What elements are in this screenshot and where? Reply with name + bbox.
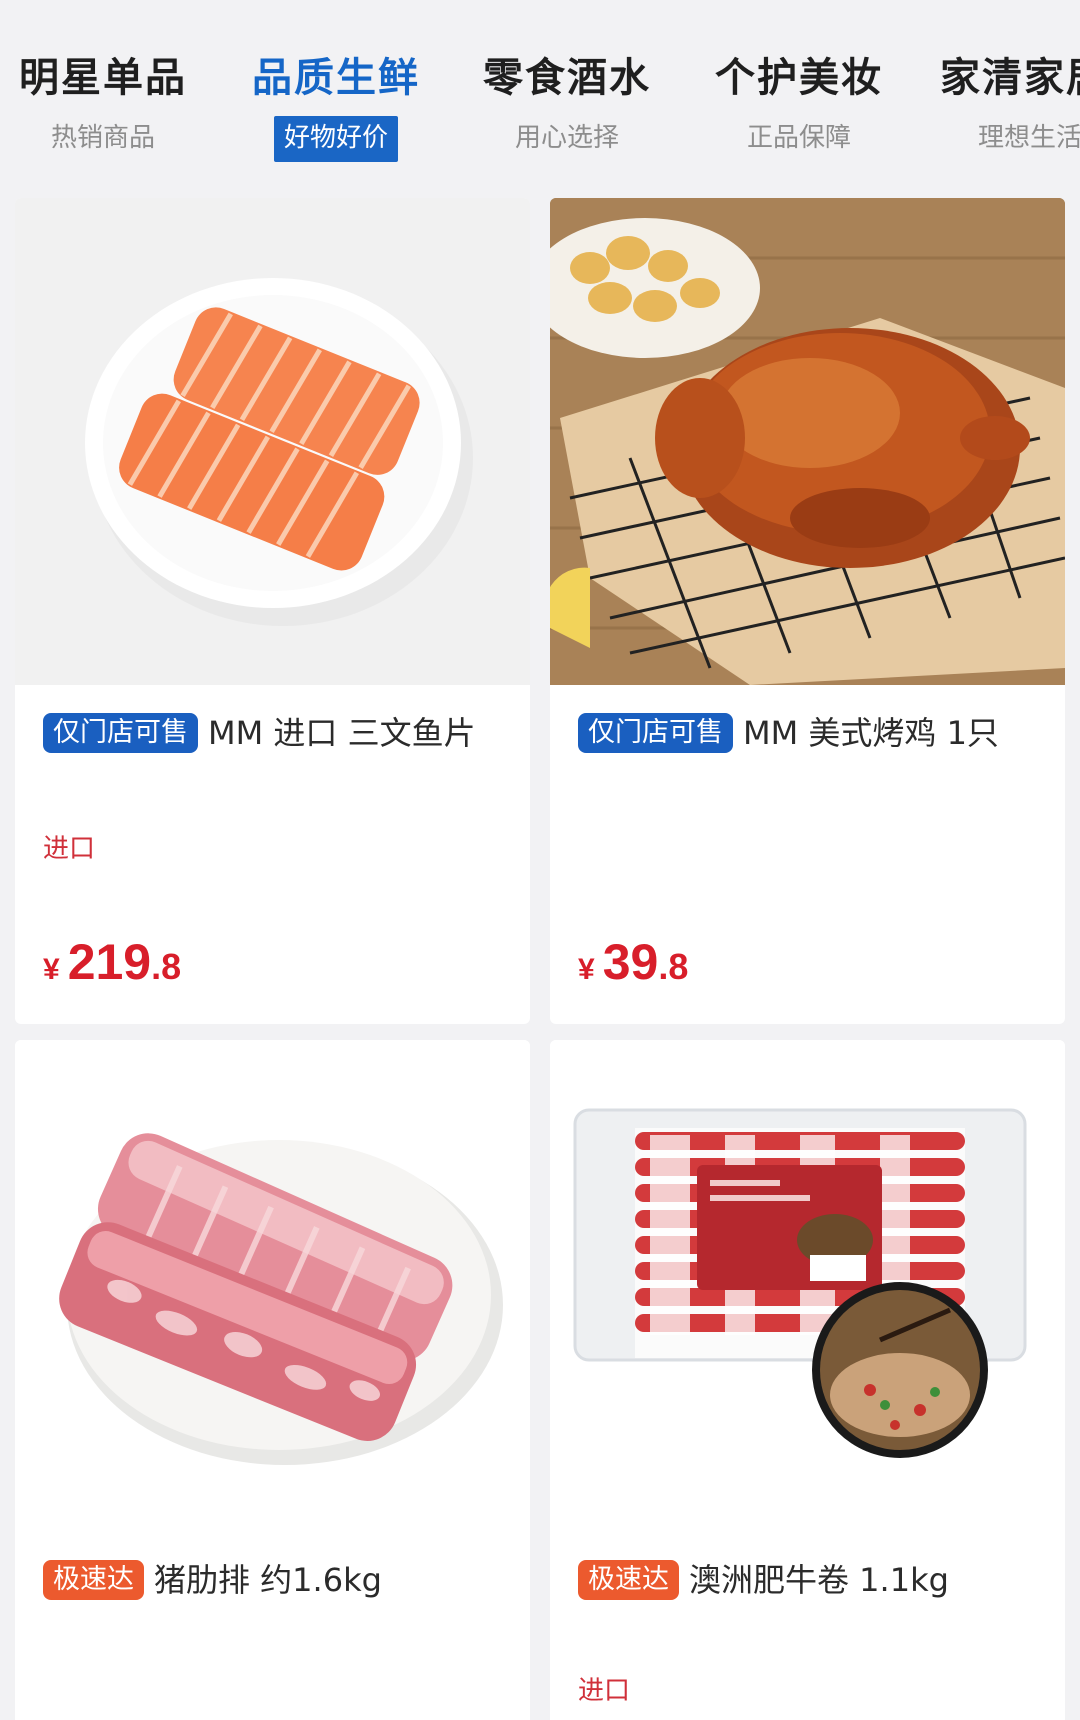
price-integer: 219 bbox=[67, 934, 152, 990]
tab-title: 明星单品 bbox=[19, 55, 187, 101]
tab-personal-care[interactable]: 个护美妆 正品保障 bbox=[699, 52, 899, 162]
price-decimal: .8 bbox=[151, 946, 182, 987]
tab-home-cleaning[interactable]: 家清家居 理想生活 bbox=[940, 52, 1080, 162]
price-integer: 39 bbox=[602, 934, 659, 990]
tab-title: 品质生鲜 bbox=[252, 55, 420, 101]
tab-title: 个护美妆 bbox=[715, 55, 883, 101]
product-title-row: 极速达 猪肋排 约1.6kg bbox=[43, 1560, 514, 1600]
price-decimal: .8 bbox=[658, 946, 689, 987]
import-tag: 进口 bbox=[578, 1676, 631, 1706]
product-name: MM 进口 三文鱼片 bbox=[208, 714, 476, 752]
tab-snacks-drinks[interactable]: 零食酒水 用心选择 bbox=[467, 52, 667, 162]
express-delivery-badge: 极速达 bbox=[578, 1560, 679, 1600]
express-delivery-badge: 极速达 bbox=[43, 1560, 144, 1600]
import-tag: 进口 bbox=[43, 834, 96, 864]
tab-title: 零食酒水 bbox=[483, 55, 651, 101]
product-name: MM 美式烤鸡 1只 bbox=[743, 714, 999, 752]
currency-symbol: ¥ bbox=[578, 953, 595, 986]
product-card-roast-chicken[interactable]: 仅门店可售 MM 美式烤鸡 1只 ¥39.8 bbox=[550, 198, 1065, 1024]
store-only-badge: 仅门店可售 bbox=[43, 713, 198, 753]
product-title-row: 极速达 澳洲肥牛卷 1.1kg bbox=[578, 1560, 1049, 1600]
category-tabs: 明星单品 热销商品 品质生鲜 好物好价 零食酒水 用心选择 个护美妆 正品保障 … bbox=[0, 0, 1080, 190]
product-name: 澳洲肥牛卷 1.1kg bbox=[689, 1561, 949, 1599]
tab-fresh-food[interactable]: 品质生鲜 好物好价 bbox=[236, 52, 436, 162]
product-title-row: 仅门店可售 MM 进口 三文鱼片 bbox=[43, 713, 514, 753]
product-card-beef-rolls[interactable]: 极速达 澳洲肥牛卷 1.1kg 进口 bbox=[550, 1040, 1065, 1720]
product-price: ¥39.8 bbox=[578, 933, 688, 991]
product-image-pork-ribs bbox=[15, 1040, 530, 1530]
product-image-salmon bbox=[15, 198, 530, 685]
product-image-roast-chicken bbox=[550, 198, 1065, 685]
currency-symbol: ¥ bbox=[43, 953, 60, 986]
tab-subtitle: 热销商品 bbox=[50, 123, 155, 153]
tab-subtitle: 理想生活 bbox=[978, 123, 1080, 153]
product-name: 猪肋排 约1.6kg bbox=[154, 1561, 382, 1599]
tab-subtitle: 正品保障 bbox=[746, 123, 851, 153]
product-card-salmon[interactable]: 仅门店可售 MM 进口 三文鱼片 进口 ¥219.8 bbox=[15, 198, 530, 1024]
product-image-beef-rolls bbox=[550, 1040, 1065, 1530]
store-only-badge: 仅门店可售 bbox=[578, 713, 733, 753]
tab-star-products[interactable]: 明星单品 热销商品 bbox=[3, 52, 203, 162]
tab-subtitle: 用心选择 bbox=[514, 123, 619, 153]
product-title-row: 仅门店可售 MM 美式烤鸡 1只 bbox=[578, 713, 1049, 753]
product-price: ¥219.8 bbox=[43, 933, 181, 991]
tab-title: 家清家居 bbox=[940, 55, 1080, 101]
product-card-pork-ribs[interactable]: 极速达 猪肋排 约1.6kg bbox=[15, 1040, 530, 1720]
tab-subtitle-highlight: 好物好价 bbox=[273, 116, 398, 162]
